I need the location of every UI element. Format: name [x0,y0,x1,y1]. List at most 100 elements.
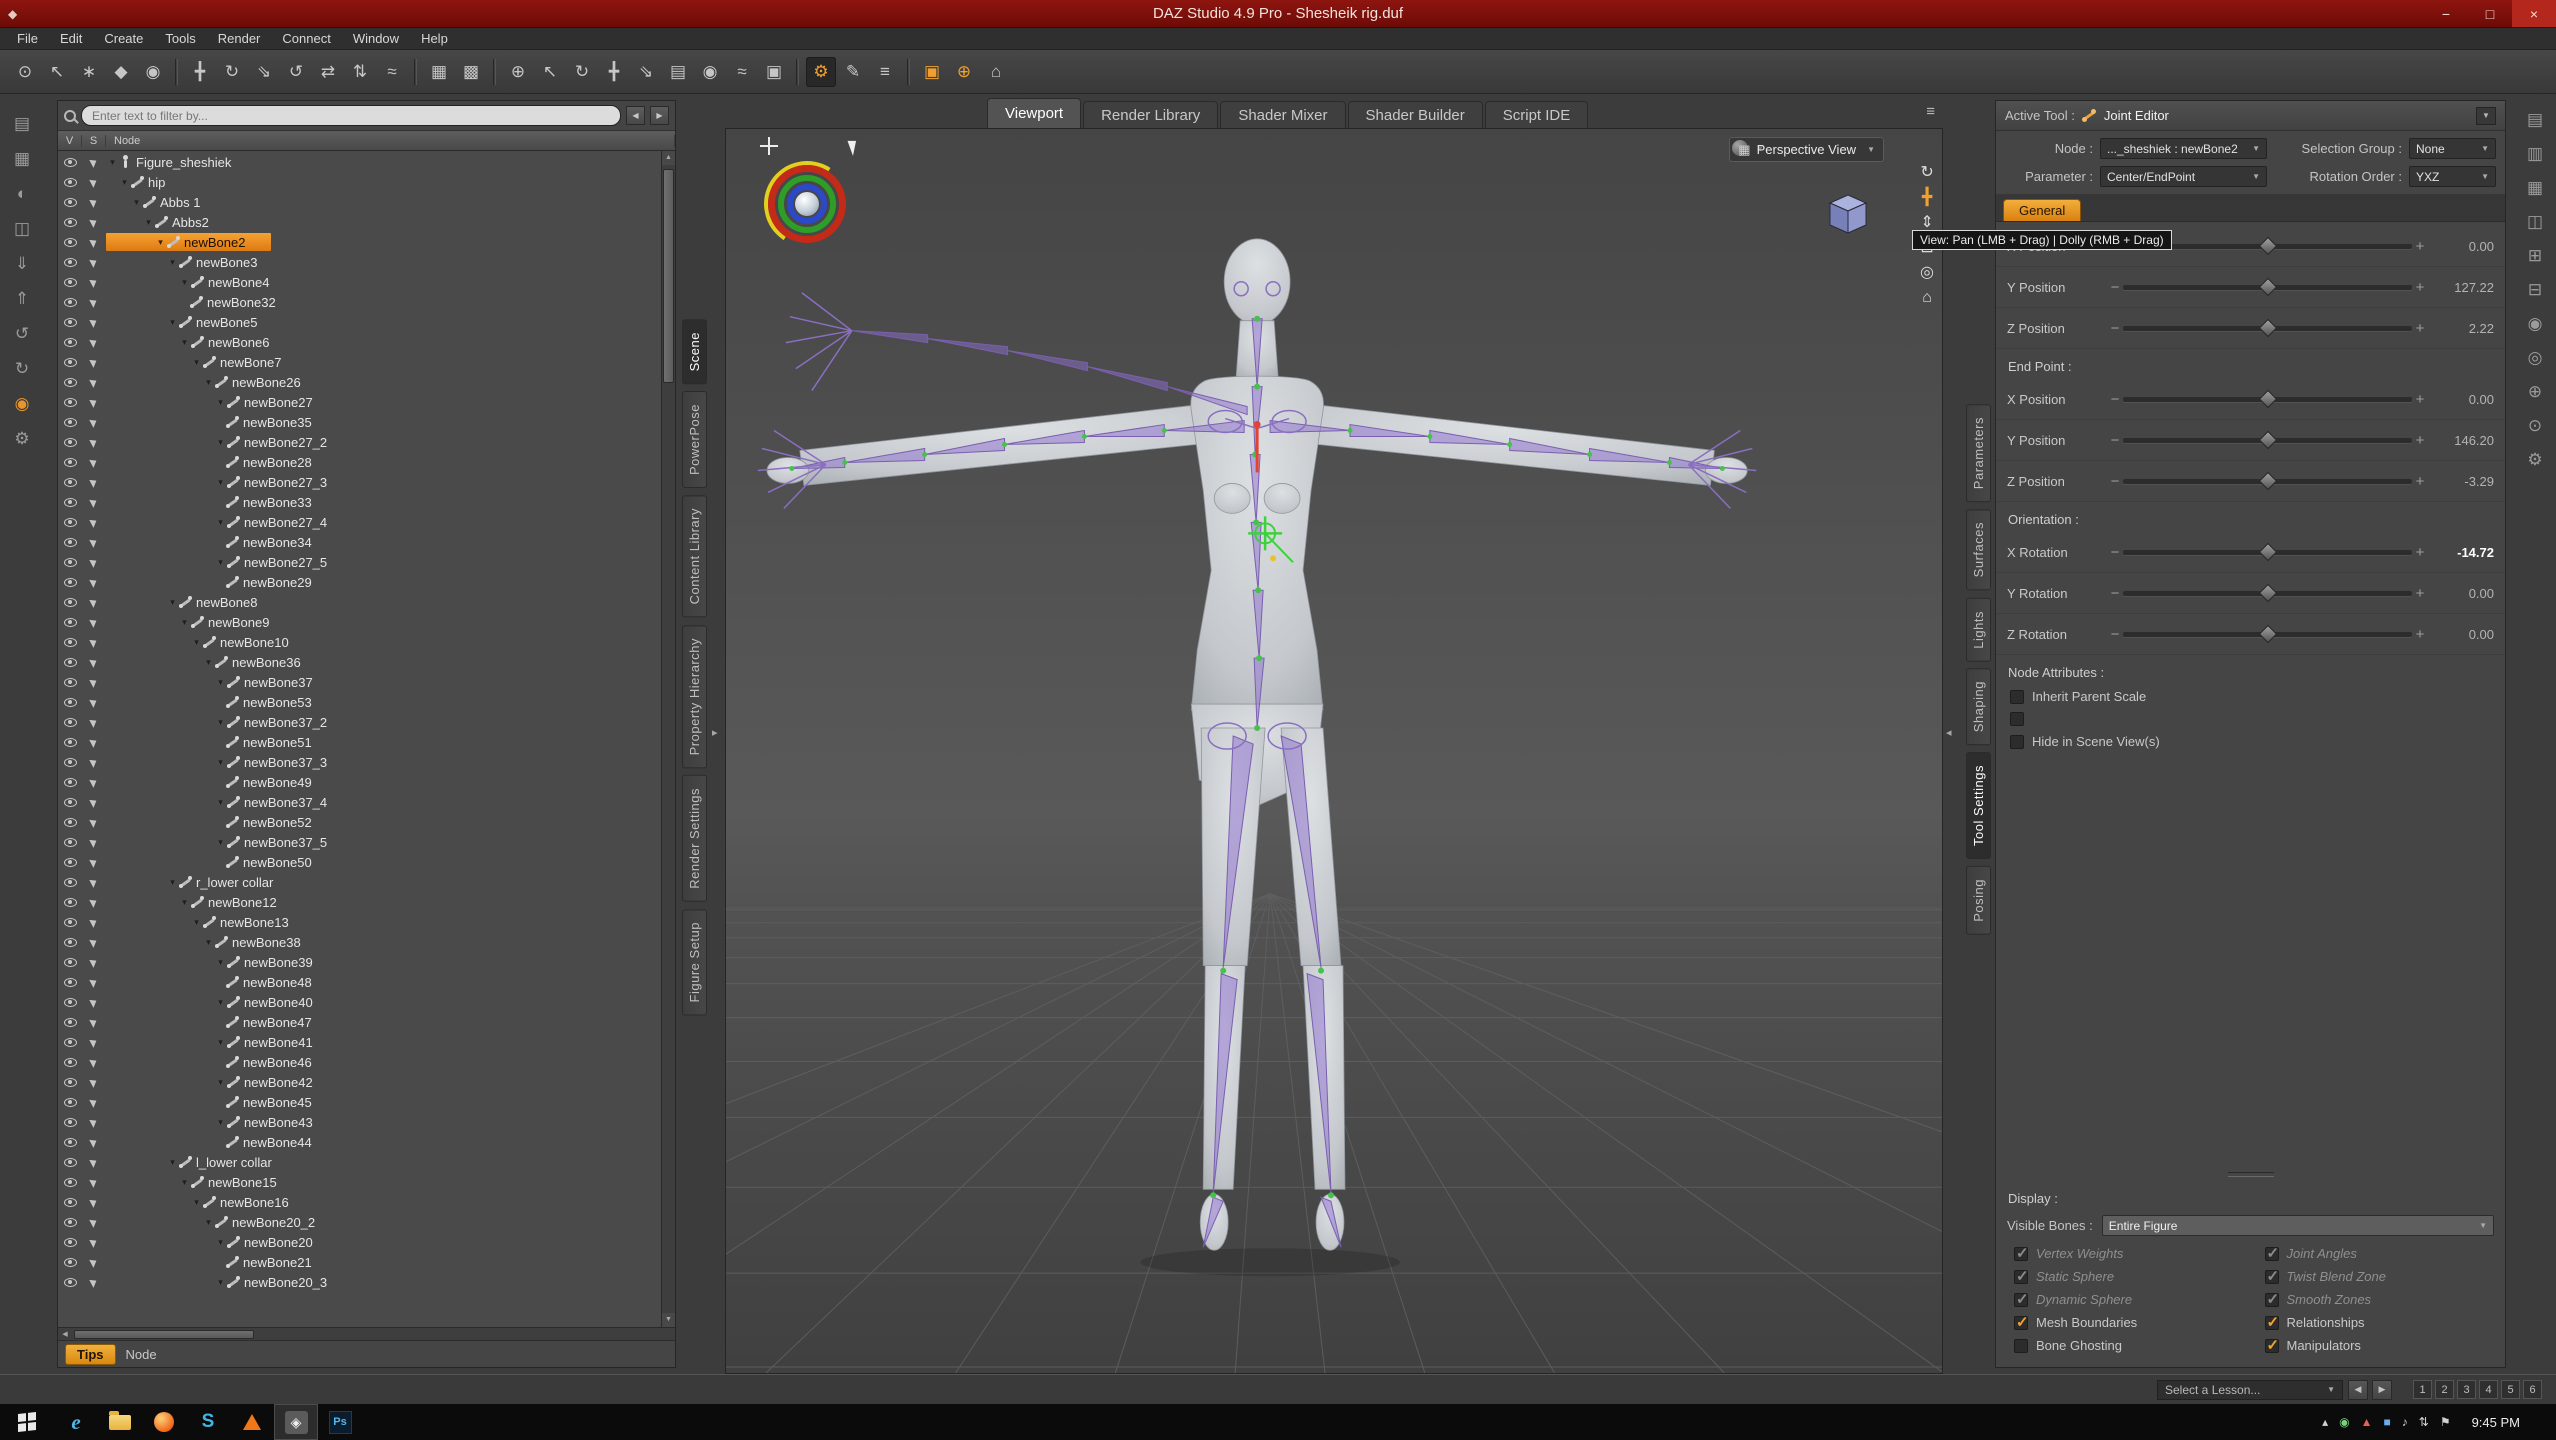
expand-arrow-icon[interactable]: ▾ [166,1157,179,1168]
viewport-tab[interactable]: Render Library [1083,101,1218,128]
focus-target-icon[interactable]: ◉ [695,57,725,87]
slider-track[interactable] [2123,397,2412,402]
selection-pointer-icon[interactable] [89,1217,99,1228]
display-checkbox-row[interactable]: Joint Angles [2251,1242,2502,1265]
remove-pane-icon[interactable]: ⊟ [2528,280,2542,300]
viewport-3d[interactable]: ▼ ▦ Perspective View ▼ ↻╋⇕⊡◎⌂ [725,128,1943,1374]
translate-tool-icon[interactable]: ╋ [185,57,215,87]
visibility-eye-icon[interactable] [64,198,77,207]
visibility-eye-icon[interactable] [64,398,77,407]
tree-row[interactable]: ▾ newBone27 [58,392,661,412]
slider-decrement-button[interactable]: − [2107,391,2123,408]
pin-icon[interactable]: ◉ [15,394,30,414]
tree-node-cell[interactable]: ▾ newBone27_3 [106,473,331,491]
scale-tool-icon[interactable]: ⇘ [249,57,279,87]
tree-node-cell[interactable]: ▾ newBone37_3 [106,753,331,771]
slider-increment-button[interactable]: + [2412,391,2428,408]
viewport-scale-icon[interactable]: ⇘ [631,57,661,87]
scroll-up-icon[interactable]: ▲ [662,151,675,165]
hscrollbar-thumb[interactable] [74,1330,254,1339]
visibility-eye-icon[interactable] [64,458,77,467]
universal-manipulator-icon[interactable] [760,137,778,155]
visibility-eye-icon[interactable] [64,618,77,627]
checkbox[interactable] [2014,1316,2028,1330]
slider-decrement-button[interactable]: − [2107,473,2123,490]
slider-decrement-button[interactable]: − [2107,626,2123,643]
separator[interactable] [907,59,910,85]
selection-pointer-icon[interactable] [89,1077,99,1088]
visibility-eye-icon[interactable] [64,1198,77,1207]
selection-pointer-icon[interactable] [89,577,99,588]
tree-node-cell[interactable]: ▾ newBone36 [106,653,305,671]
visibility-eye-icon[interactable] [64,958,77,967]
visibility-eye-icon[interactable] [64,178,77,187]
slider-decrement-button[interactable]: − [2107,432,2123,449]
tree-row[interactable]: ▾ newBone27_5 [58,552,661,572]
tree-node-cell[interactable]: ▾ newBone27_5 [106,553,331,571]
tree-node-cell[interactable]: ▾ newBone38 [106,933,305,951]
expand-arrow-icon[interactable]: ▾ [202,937,215,948]
display-checkbox-row[interactable]: Relationships [2251,1311,2502,1334]
selection-pointer-icon[interactable] [89,537,99,548]
node-select-tool-icon[interactable]: ⊙ [10,57,40,87]
surface-toggle-icon[interactable]: ▣ [917,57,947,87]
document-icon[interactable]: ▤ [2527,110,2543,130]
display-checkbox-row[interactable]: Static Sphere [2000,1265,2251,1288]
tree-row[interactable]: ▾ Figure_sheshiek [58,152,661,172]
selection-pointer-icon[interactable] [89,497,99,508]
side-tab[interactable]: Lights [1966,598,1991,662]
expand-arrow-icon[interactable]: ▾ [178,897,191,908]
expand-arrow-icon[interactable]: ▾ [178,277,191,288]
tree-node-cell[interactable]: ▾ newBone4 [106,273,273,291]
tree-row[interactable]: ▾ Abbs 1 [58,192,661,212]
selection-pointer-icon[interactable] [89,317,99,328]
lesson-page-button[interactable]: 6 [2523,1380,2542,1399]
selection-pointer-icon[interactable] [89,437,99,448]
visibility-eye-icon[interactable] [64,298,77,307]
slider-increment-button[interactable]: + [2412,544,2428,561]
expand-arrow-icon[interactable]: ▾ [118,177,131,188]
visibility-eye-icon[interactable] [64,338,77,347]
close-button[interactable]: × [2512,0,2556,27]
viewport-pan-icon[interactable]: ╋ [599,57,629,87]
expand-arrow-icon[interactable]: ▾ [142,217,155,228]
selection-pointer-icon[interactable] [89,777,99,788]
viewport-tab[interactable]: Shader Mixer [1220,101,1345,128]
expand-arrow-icon[interactable]: ▾ [214,797,227,808]
selection-pointer-icon[interactable] [89,237,99,248]
action-center-icon[interactable]: ⚑ [2440,1415,2451,1429]
tree-row[interactable]: ▾ newBone37_2 [58,712,661,732]
visibility-eye-icon[interactable] [64,1038,77,1047]
bounds-icon[interactable]: ▣ [759,57,789,87]
visibility-eye-icon[interactable] [64,918,77,927]
slider-decrement-button[interactable]: − [2107,279,2123,296]
tree-node-cell[interactable]: ▾ newBone9 [106,613,273,631]
grid-display-icon[interactable]: ▩ [456,57,486,87]
photoshop-icon[interactable]: Ps [318,1404,362,1440]
selection-pointer-icon[interactable] [89,917,99,928]
tree-row[interactable]: ▾ newBone37 [58,672,661,692]
slider-handle[interactable] [2258,431,2276,449]
tree-node-cell[interactable]: ▾ newBone20_2 [106,1213,319,1231]
tree-row[interactable]: ▾ newBone4 [58,272,661,292]
selection-pointer-icon[interactable] [89,737,99,748]
tree-row[interactable]: newBone51 [58,732,661,752]
side-tab[interactable]: Shaping [1966,668,1991,745]
tree-node-cell[interactable]: newBone34 [106,533,316,551]
media-player-icon[interactable] [230,1404,274,1440]
node-target-tool-icon[interactable]: ◉ [138,57,168,87]
visibility-eye-icon[interactable] [64,1058,77,1067]
menu-item[interactable]: Connect [271,28,341,49]
tree-row[interactable]: ▾ newBone37_5 [58,832,661,852]
tree-node-cell[interactable]: ▾ newBone20 [106,1233,317,1251]
tree-node-cell[interactable]: newBone35 [106,413,316,431]
tree-node-cell[interactable]: ▾ newBone15 [106,1173,281,1191]
expand-arrow-icon[interactable]: ▾ [214,1277,227,1288]
slider-increment-button[interactable]: + [2412,279,2428,296]
slider-handle[interactable] [2258,543,2276,561]
attribute-checkbox-row[interactable]: Inherit Parent Scale [1996,685,2505,708]
selection-pointer-icon[interactable] [89,477,99,488]
slider-track[interactable] [2123,326,2412,331]
selection-pointer-icon[interactable] [89,297,99,308]
checkbox[interactable] [2265,1339,2279,1353]
